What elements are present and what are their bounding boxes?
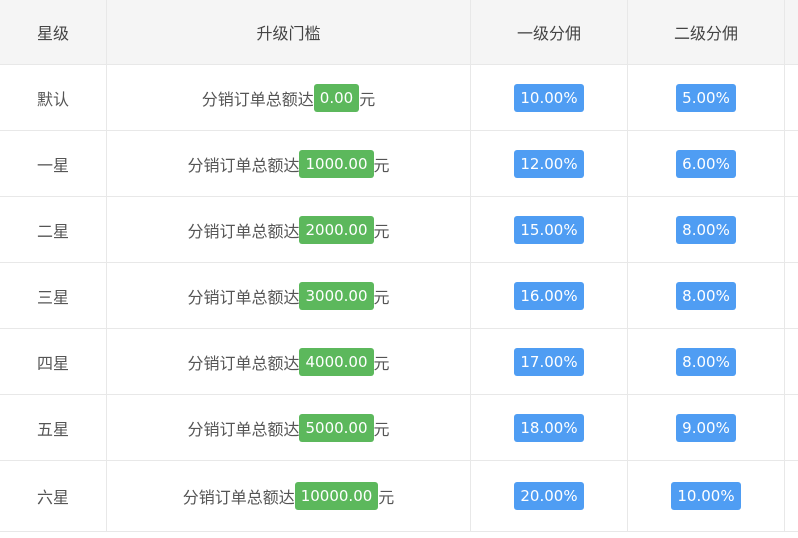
overflow-cell — [785, 461, 798, 531]
threshold-cell: 分销订单总额达 4000.00 元 — [107, 329, 471, 394]
threshold-prefix: 分销订单总额达 — [201, 89, 314, 109]
level-cell: 默认 — [0, 65, 107, 130]
first-commission-cell: 12.00% — [471, 131, 628, 196]
second-commission-cell: 9.00% — [628, 395, 785, 460]
threshold-prefix: 分销订单总额达 — [187, 353, 300, 373]
threshold-cell: 分销订单总额达 3000.00 元 — [107, 263, 471, 328]
threshold-unit: 元 — [373, 221, 390, 241]
second-commission-cell: 10.00% — [628, 461, 785, 531]
first-commission-badge: 17.00% — [514, 347, 584, 376]
second-commission-badge: 9.00% — [676, 413, 736, 442]
table-row: 六星 分销订单总额达 10000.00 元 20.00% 10.00% — [0, 461, 798, 532]
table-row: 四星 分销订单总额达 4000.00 元 17.00% 8.00% — [0, 329, 798, 395]
level-cell: 二星 — [0, 197, 107, 262]
threshold-amount-badge: 3000.00 — [299, 281, 374, 310]
second-commission-badge: 5.00% — [676, 83, 736, 112]
table-header-row: 星级 升级门槛 一级分佣 二级分佣 — [0, 0, 798, 65]
level-cell: 三星 — [0, 263, 107, 328]
threshold-amount-badge: 0.00 — [313, 83, 360, 112]
threshold-amount-badge: 1000.00 — [299, 149, 374, 178]
table-row: 默认 分销订单总额达 0.00 元 10.00% 5.00% — [0, 65, 798, 131]
overflow-cell — [785, 131, 798, 196]
overflow-cell — [785, 263, 798, 328]
threshold-amount-badge: 5000.00 — [299, 413, 374, 442]
table-row: 一星 分销订单总额达 1000.00 元 12.00% 6.00% — [0, 131, 798, 197]
table-row: 三星 分销订单总额达 3000.00 元 16.00% 8.00% — [0, 263, 798, 329]
first-commission-cell: 18.00% — [471, 395, 628, 460]
first-commission-cell: 20.00% — [471, 461, 628, 531]
level-cell: 一星 — [0, 131, 107, 196]
threshold-unit: 元 — [373, 155, 390, 175]
threshold-prefix: 分销订单总额达 — [187, 221, 300, 241]
level-cell: 六星 — [0, 461, 107, 531]
overflow-cell — [785, 65, 798, 130]
table-row: 二星 分销订单总额达 2000.00 元 15.00% 8.00% — [0, 197, 798, 263]
second-commission-cell: 8.00% — [628, 329, 785, 394]
threshold-prefix: 分销订单总额达 — [182, 488, 295, 507]
first-commission-badge: 10.00% — [514, 83, 584, 112]
overflow-cell — [785, 197, 798, 262]
first-commission-cell: 10.00% — [471, 65, 628, 130]
threshold-prefix: 分销订单总额达 — [187, 155, 300, 175]
threshold-amount-badge: 10000.00 — [294, 482, 379, 510]
threshold-amount-badge: 4000.00 — [299, 347, 374, 376]
first-commission-badge: 16.00% — [514, 281, 584, 310]
first-commission-badge: 15.00% — [514, 215, 584, 244]
second-commission-cell: 8.00% — [628, 263, 785, 328]
second-commission-badge: 8.00% — [676, 215, 736, 244]
first-commission-cell: 17.00% — [471, 329, 628, 394]
threshold-unit: 元 — [378, 488, 395, 507]
first-commission-badge: 18.00% — [514, 413, 584, 442]
level-cell: 四星 — [0, 329, 107, 394]
threshold-cell: 分销订单总额达 10000.00 元 — [107, 461, 471, 531]
threshold-cell: 分销订单总额达 5000.00 元 — [107, 395, 471, 460]
second-commission-badge: 8.00% — [676, 281, 736, 310]
commission-level-table: 星级 升级门槛 一级分佣 二级分佣 默认 分销订单总额达 0.00 元 10.0… — [0, 0, 798, 538]
second-commission-badge: 6.00% — [676, 149, 736, 178]
header-overflow-column — [785, 0, 798, 64]
level-cell: 五星 — [0, 395, 107, 460]
second-commission-cell: 8.00% — [628, 197, 785, 262]
threshold-amount-badge: 2000.00 — [299, 215, 374, 244]
overflow-cell — [785, 395, 798, 460]
threshold-cell: 分销订单总额达 1000.00 元 — [107, 131, 471, 196]
threshold-unit: 元 — [373, 287, 390, 307]
threshold-unit: 元 — [373, 419, 390, 439]
first-commission-badge: 12.00% — [514, 149, 584, 178]
second-commission-cell: 6.00% — [628, 131, 785, 196]
threshold-cell: 分销订单总额达 2000.00 元 — [107, 197, 471, 262]
second-commission-cell: 5.00% — [628, 65, 785, 130]
table-body: 默认 分销订单总额达 0.00 元 10.00% 5.00% 一星 分销订单总额… — [0, 65, 798, 532]
threshold-cell: 分销订单总额达 0.00 元 — [107, 65, 471, 130]
header-level: 星级 — [0, 0, 107, 64]
threshold-unit: 元 — [359, 89, 376, 109]
table-row: 五星 分销订单总额达 5000.00 元 18.00% 9.00% — [0, 395, 798, 461]
first-commission-cell: 15.00% — [471, 197, 628, 262]
second-commission-badge: 8.00% — [676, 347, 736, 376]
first-commission-badge: 20.00% — [514, 482, 584, 510]
overflow-cell — [785, 329, 798, 394]
header-second-commission: 二级分佣 — [628, 0, 785, 64]
header-first-commission: 一级分佣 — [471, 0, 628, 64]
header-threshold: 升级门槛 — [107, 0, 471, 64]
first-commission-cell: 16.00% — [471, 263, 628, 328]
threshold-unit: 元 — [373, 353, 390, 373]
threshold-prefix: 分销订单总额达 — [187, 287, 300, 307]
threshold-prefix: 分销订单总额达 — [187, 419, 300, 439]
second-commission-badge: 10.00% — [671, 482, 741, 510]
